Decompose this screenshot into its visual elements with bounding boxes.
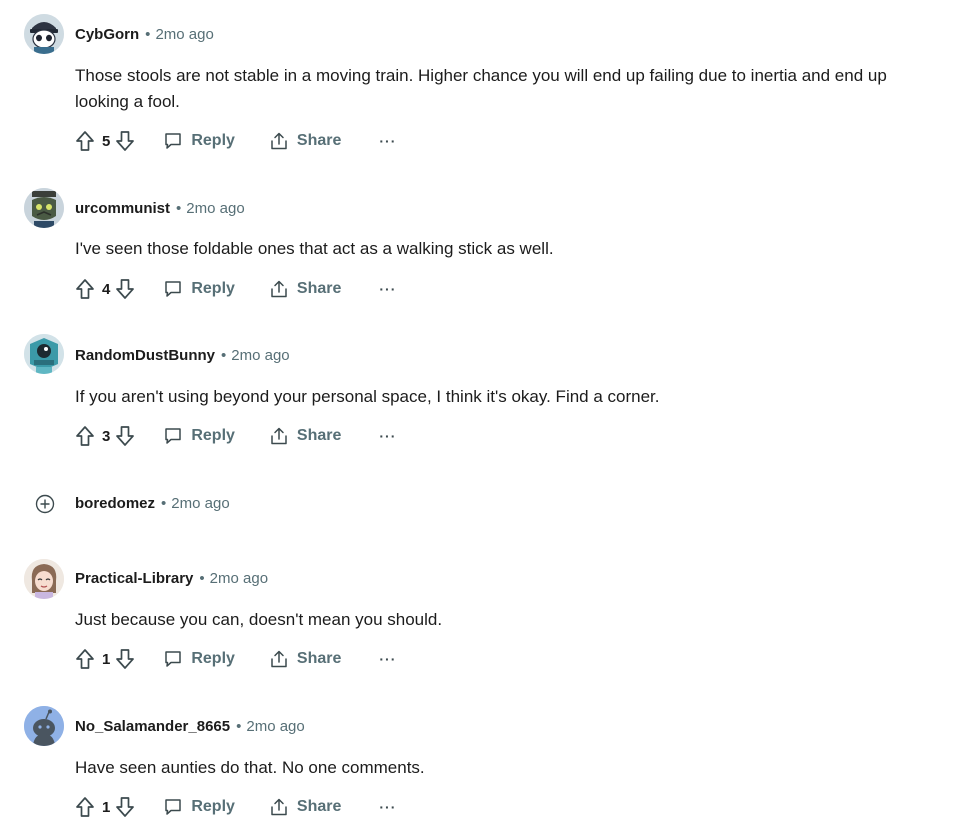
username[interactable]: boredomez [75,495,155,512]
comment-bubble-icon [165,281,182,297]
upvote-icon[interactable] [75,278,95,300]
share-button[interactable]: Share [269,649,341,669]
vote-score: 5 [102,132,111,150]
more-options-button[interactable]: ··· [379,281,396,297]
separator-dot: • [199,570,205,587]
comment-meta: CybGorn • 2mo ago [75,25,214,45]
comment-actions: 1 Reply Share ··· [75,795,396,819]
comment-meta: urcommunist • 2mo ago [75,199,245,219]
more-options-button[interactable]: ··· [379,428,396,444]
share-label: Share [296,798,342,815]
share-button[interactable]: Share [269,797,341,817]
comment-body-line: I've seen those foldable ones that act a… [75,239,554,258]
share-icon [271,132,287,150]
timestamp[interactable]: 2mo ago [186,200,244,217]
vote-score: 4 [102,280,111,298]
upvote-icon[interactable] [75,796,95,818]
timestamp[interactable]: 2mo ago [155,26,213,43]
comment-body: Those stools are not stable in a moving … [75,63,955,115]
more-options-button[interactable]: ··· [379,133,396,149]
share-label: Share [296,132,342,149]
avatar[interactable] [24,334,64,374]
comment-meta: No_Salamander_8665 • 2mo ago [75,717,305,737]
separator-dot: • [236,718,242,735]
vote-score: 3 [102,427,111,445]
comment-body-line: looking a fool. [75,92,180,111]
separator-dot: • [221,347,227,364]
downvote-icon[interactable] [115,796,135,818]
reply-button[interactable]: Reply [163,279,235,299]
timestamp[interactable]: 2mo ago [210,570,268,587]
comment-body: If you aren't using beyond your personal… [75,384,955,410]
reply-button[interactable]: Reply [163,131,235,151]
comment-bubble-icon [165,651,182,667]
comment-actions: 1 Reply Share ··· [75,647,396,671]
reply-label: Reply [191,427,235,444]
comment-bubble-icon [165,133,182,149]
share-icon [271,280,287,298]
more-options-button[interactable]: ··· [379,799,396,815]
separator-dot: • [161,495,167,512]
comment-body-line: Have seen aunties do that. No one commen… [75,758,425,777]
share-label: Share [296,427,342,444]
share-button[interactable]: Share [269,426,341,446]
username[interactable]: CybGorn [75,26,139,43]
share-button[interactable]: Share [269,279,341,299]
username[interactable]: RandomDustBunny [75,347,215,364]
comment-body: Just because you can, doesn't mean you s… [75,607,955,633]
downvote-icon[interactable] [115,648,135,670]
more-options-button[interactable]: ··· [379,651,396,667]
separator-dot: • [145,26,151,43]
reply-button[interactable]: Reply [163,797,235,817]
comment-body: Have seen aunties do that. No one commen… [75,755,955,781]
reply-label: Reply [191,132,235,149]
comment-body-line: If you aren't using beyond your personal… [75,387,660,406]
reply-label: Reply [191,650,235,667]
comment-body-line: Those stools are not stable in a moving … [75,66,887,85]
vote-score: 1 [102,650,111,668]
upvote-icon[interactable] [75,648,95,670]
upvote-icon[interactable] [75,130,95,152]
username[interactable]: Practical-Library [75,570,193,587]
reply-button[interactable]: Reply [163,649,235,669]
avatar[interactable] [24,14,64,54]
avatar[interactable] [24,706,64,746]
timestamp[interactable]: 2mo ago [246,718,304,735]
comment-actions: 3 Reply Share ··· [75,424,396,448]
username[interactable]: urcommunist [75,200,170,217]
downvote-icon[interactable] [115,130,135,152]
avatar[interactable] [24,559,64,599]
timestamp[interactable]: 2mo ago [231,347,289,364]
reply-label: Reply [191,280,235,297]
comment-meta: RandomDustBunny • 2mo ago [75,346,290,366]
reply-label: Reply [191,798,235,815]
comment-body-line: Just because you can, doesn't mean you s… [75,610,443,629]
separator-dot: • [176,200,182,217]
plus-circle-icon[interactable] [35,494,55,514]
username[interactable]: No_Salamander_8665 [75,718,230,735]
share-icon [271,427,287,445]
downvote-icon[interactable] [115,278,135,300]
share-button[interactable]: Share [269,131,341,151]
comment-actions: 5 Reply Share ··· [75,129,396,153]
comment-meta: Practical-Library • 2mo ago [75,569,268,589]
timestamp[interactable]: 2mo ago [171,495,229,512]
comment-bubble-icon [165,428,182,444]
reply-button[interactable]: Reply [163,426,235,446]
share-label: Share [296,280,342,297]
comment-actions: 4 Reply Share ··· [75,277,396,301]
upvote-icon[interactable] [75,425,95,447]
comment-meta: boredomez • 2mo ago [75,494,230,514]
comment-body: I've seen those foldable ones that act a… [75,236,955,262]
share-label: Share [296,650,342,667]
share-icon [271,798,287,816]
avatar[interactable] [24,188,64,228]
downvote-icon[interactable] [115,425,135,447]
vote-score: 1 [102,798,111,816]
share-icon [271,650,287,668]
comment-bubble-icon [165,799,182,815]
